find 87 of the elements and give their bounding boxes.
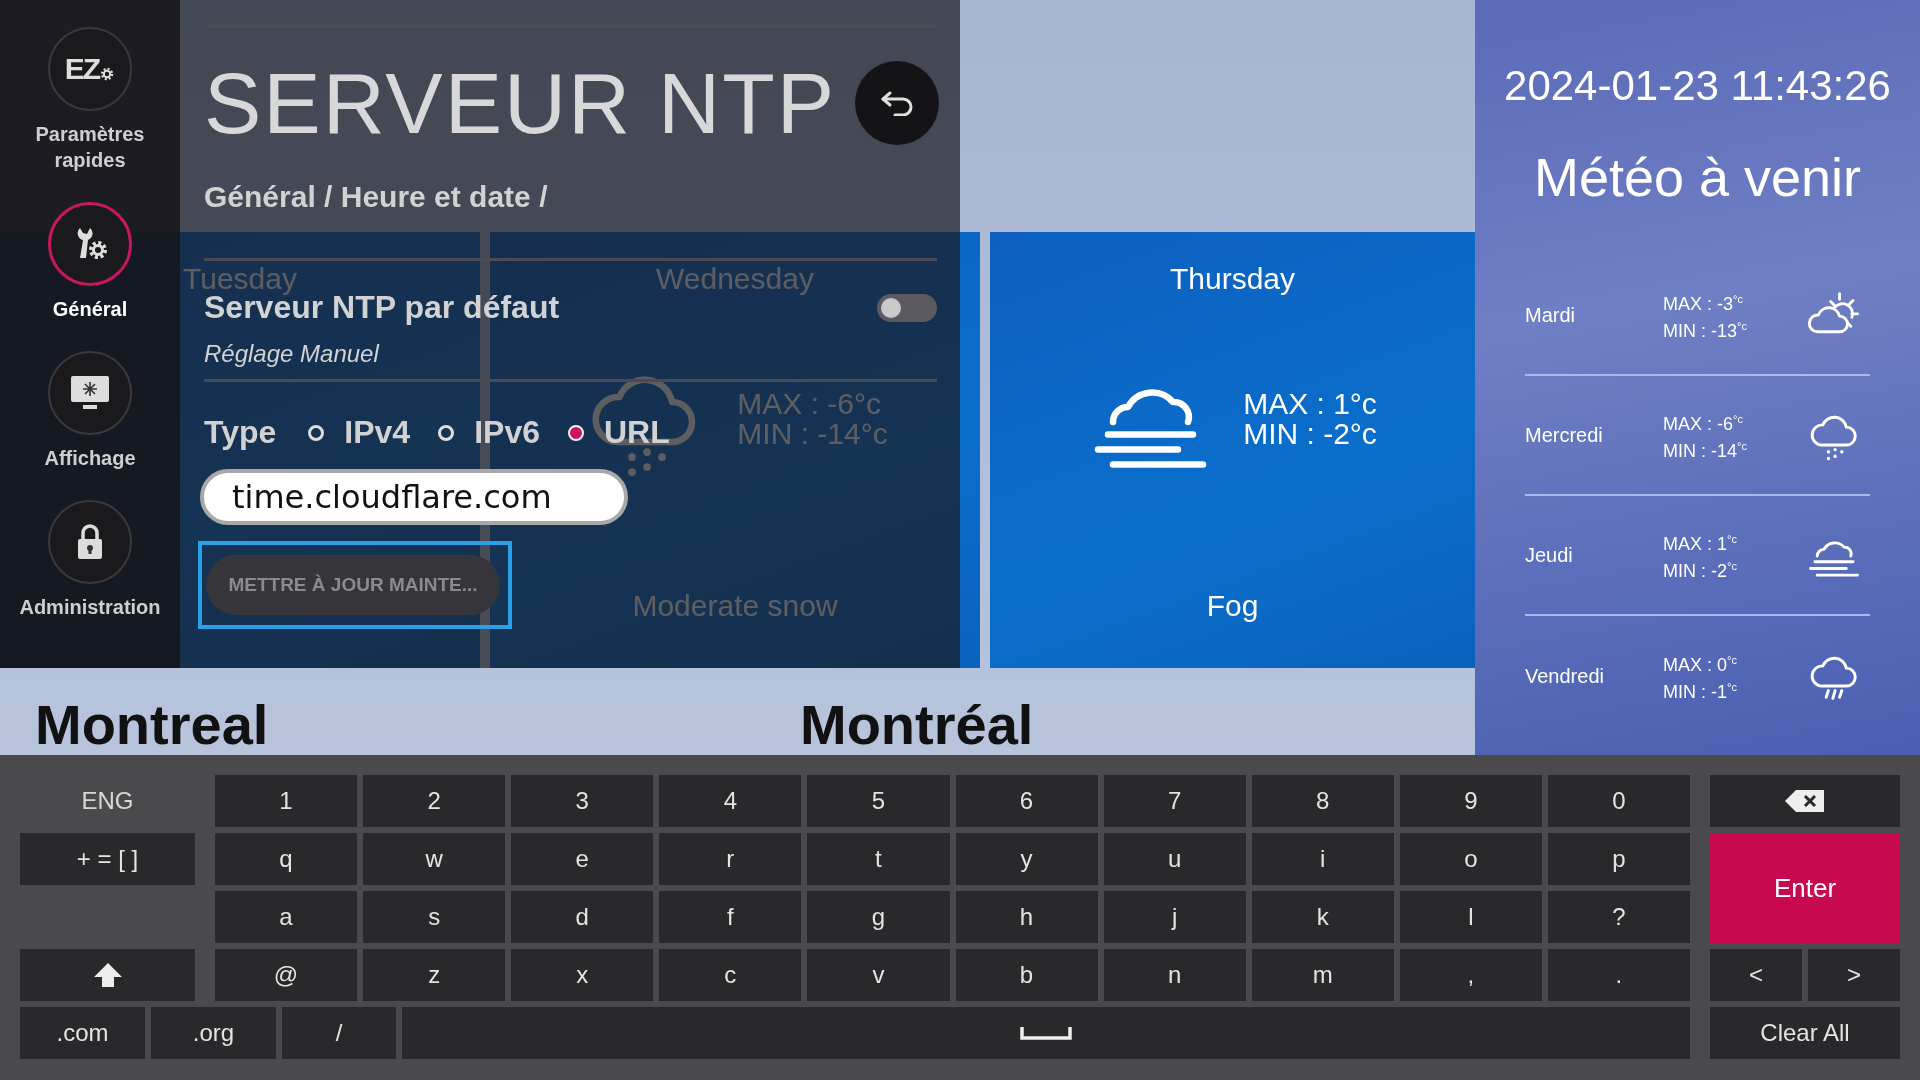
radio-option[interactable]: IPv4 [308, 414, 411, 451]
toggle-switch[interactable] [877, 293, 937, 322]
right-key[interactable]: > [1808, 949, 1900, 1001]
key[interactable]: n [1103, 949, 1246, 1001]
day-label: Thursday [1169, 262, 1296, 296]
key[interactable]: . [1547, 949, 1690, 1001]
clear-all-key[interactable]: Clear All [1710, 1007, 1900, 1059]
key[interactable]: s [363, 891, 506, 943]
key[interactable]: , [1399, 949, 1542, 1001]
setting-description: Réglage Manuel [204, 340, 381, 368]
key[interactable]: 7 [1103, 775, 1246, 827]
key[interactable]: q [215, 833, 358, 885]
space-icon [1020, 1025, 1072, 1041]
key[interactable]: g [807, 891, 950, 943]
key[interactable]: 9 [1399, 775, 1542, 827]
city-name: Montreal [35, 697, 270, 753]
key[interactable]: 4 [659, 775, 802, 827]
condition-label: Fog [1206, 589, 1259, 623]
radio-option[interactable]: IPv6 [438, 414, 540, 451]
key[interactable]: e [511, 833, 654, 885]
key[interactable]: y [955, 833, 1098, 885]
enter-key[interactable]: Enter [1710, 833, 1900, 943]
key[interactable]: x [511, 949, 654, 1001]
sidebar-item[interactable]: Affichage [2, 351, 178, 471]
key[interactable]: 8 [1251, 775, 1394, 827]
key[interactable]: u [1103, 833, 1246, 885]
key[interactable]: @ [215, 949, 358, 1001]
key[interactable]: r [659, 833, 802, 885]
language-label: ENG [80, 786, 135, 816]
condition-label: Moderate snow [632, 589, 838, 623]
symbols-key[interactable]: + = [ ] [20, 833, 195, 885]
key[interactable]: v [807, 949, 950, 1001]
sidebar-item[interactable]: Général [2, 202, 178, 322]
key[interactable]: b [955, 949, 1098, 1001]
lock-icon [75, 523, 105, 561]
panel-title: Météo à venir [1533, 146, 1862, 208]
key[interactable]: w [363, 833, 506, 885]
page-title: SERVEUR NTP [204, 53, 837, 153]
day-label: Wednesday [656, 262, 814, 296]
left-key[interactable]: < [1710, 949, 1802, 1001]
key[interactable]: a [215, 891, 358, 943]
breadcrumb: Général / Heure et date / [204, 180, 549, 214]
day-label: Jeudi [1525, 543, 1574, 567]
temperature-text: MAX : 1$^{°c}$ MIN : -2$^{°c}$ [1663, 532, 1738, 582]
key[interactable]: h [955, 891, 1098, 943]
key[interactable]: j [1103, 891, 1246, 943]
day-label: Vendredi [1525, 664, 1605, 688]
key[interactable]: 2 [363, 775, 506, 827]
key[interactable]: i [1251, 833, 1394, 885]
day-label: Mardi [1525, 303, 1576, 327]
city-name: Montréal [800, 697, 1034, 753]
monitor-icon [69, 374, 111, 412]
key[interactable]: 3 [511, 775, 654, 827]
shortcut-key[interactable]: .org [151, 1007, 276, 1059]
key[interactable]: 0 [1547, 775, 1690, 827]
sidebar-item[interactable]: EZ Paramètres rapides [2, 27, 178, 173]
server-input-field[interactable]: time.cloudflare.com [200, 469, 628, 525]
day-label: Mercredi [1525, 423, 1604, 447]
key[interactable]: m [1251, 949, 1394, 1001]
temperature-text: MAX : 0$^{°c}$ MIN : -1$^{°c}$ [1663, 653, 1738, 703]
key[interactable]: k [1251, 891, 1394, 943]
temperature-text: MAX : -6°c MIN : -14°c [737, 389, 888, 449]
shortcut-key[interactable]: / [282, 1007, 396, 1059]
key[interactable]: l [1399, 891, 1542, 943]
shift-key[interactable] [20, 949, 195, 1001]
temperature-text: MAX : 1°c MIN : -2°c [1243, 389, 1377, 449]
key[interactable]: d [511, 891, 654, 943]
key[interactable]: 6 [955, 775, 1098, 827]
type-label: Type [204, 414, 277, 451]
backspace-icon [1784, 789, 1826, 813]
key[interactable]: 1 [215, 775, 358, 827]
key[interactable]: f [659, 891, 802, 943]
sidebar-item[interactable]: Administration [2, 500, 178, 620]
key[interactable]: z [363, 949, 506, 1001]
key[interactable]: o [1399, 833, 1542, 885]
radio-option[interactable]: URL [567, 414, 670, 451]
backspace-key[interactable] [1710, 775, 1900, 827]
temperature-text: MAX : -3$^{°c}$ MIN : -13$^{°c}$ [1663, 292, 1748, 342]
shortcut-key[interactable]: .com [20, 1007, 145, 1059]
back-arrow-icon [880, 90, 914, 116]
temperature-text: MAX : -6$^{°c}$ MIN : -14$^{°c}$ [1663, 412, 1748, 462]
key[interactable]: ? [1547, 891, 1690, 943]
key[interactable]: t [807, 833, 950, 885]
key[interactable]: p [1547, 833, 1690, 885]
key[interactable]: c [659, 949, 802, 1001]
date-time: 2024-01-23 11:43:26 [1504, 62, 1891, 110]
key[interactable]: 5 [807, 775, 950, 827]
